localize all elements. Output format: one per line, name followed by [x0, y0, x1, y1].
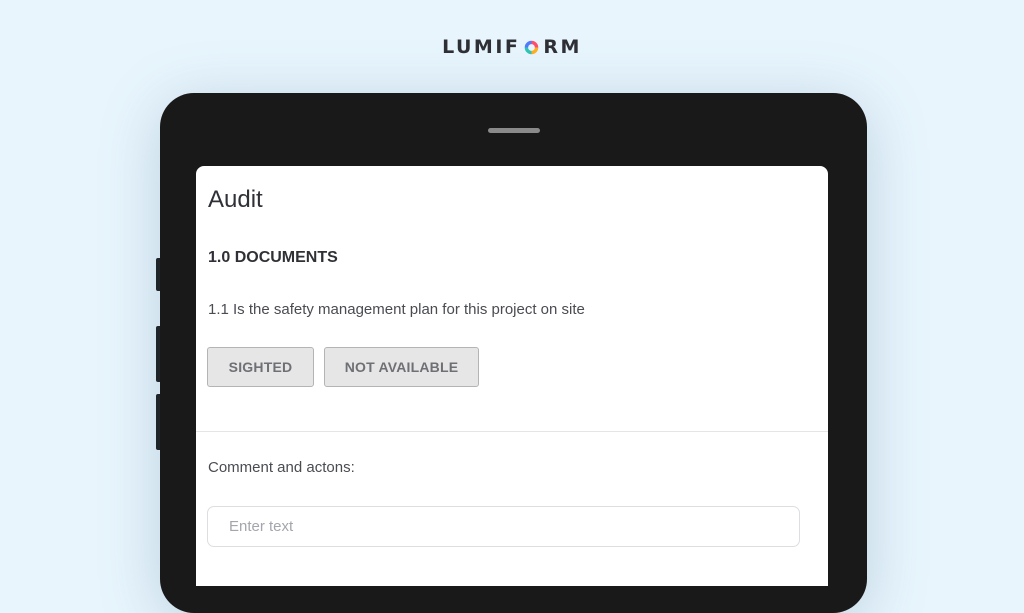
section-title: 1.0 DOCUMENTS — [208, 249, 338, 266]
sighted-button[interactable]: SIGHTED — [207, 347, 314, 387]
comment-input[interactable] — [207, 506, 800, 547]
logo-text-right: RM — [543, 36, 582, 58]
tablet-screen: Audit 1.0 DOCUMENTS 1.1 Is the safety ma… — [196, 166, 828, 586]
form-title: Audit — [208, 186, 263, 213]
lumiform-logo: LUMIF RM — [0, 34, 1024, 60]
logo-mark-icon — [525, 40, 539, 54]
comment-label: Comment and actons: — [208, 459, 355, 476]
question-text: 1.1 Is the safety management plan for th… — [208, 301, 585, 318]
not-available-button[interactable]: NOT AVAILABLE — [324, 347, 479, 387]
logo-text-left: LUMIF — [442, 36, 521, 58]
section-divider — [196, 431, 828, 432]
tablet-speaker-slot — [488, 128, 540, 133]
